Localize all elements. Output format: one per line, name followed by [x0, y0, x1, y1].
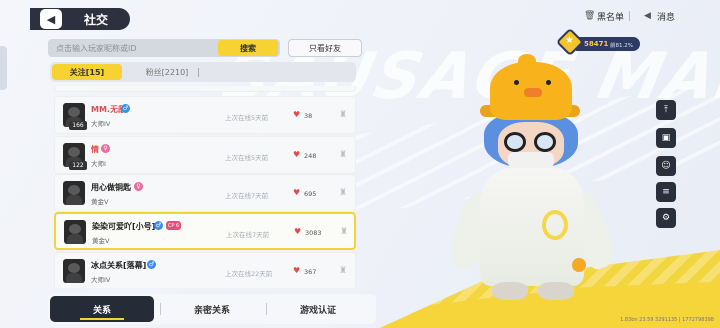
male-icon: ♂	[154, 221, 163, 230]
intimacy-value: 3083	[305, 229, 322, 237]
search-button[interactable]: 搜索	[218, 40, 278, 56]
list-item-partial	[54, 86, 356, 92]
message-icon: ◀	[644, 11, 651, 21]
build-info: 1.83bn 23.59 3291135 | 1772798398	[620, 317, 714, 323]
player-name: 染染可爱吖[小号]	[92, 222, 156, 231]
tab-followers[interactable]: 粉丝[2210]	[132, 64, 202, 80]
rank-score: 58471	[584, 40, 609, 48]
tab-intimate[interactable]: 亲密关系	[160, 296, 264, 322]
player-name: 冰点关系[落幕]	[91, 261, 147, 270]
friend-list[interactable]: 166 MM.无敌 ♂ 大师IV 上次在线5天前 ♥ 38 ♜ 122 情 ♀ …	[52, 86, 358, 288]
last-online: 上次在线7天前	[225, 192, 269, 200]
level-badge: 122	[69, 161, 87, 170]
divider	[629, 11, 630, 21]
list-item-selected[interactable]: 染染可爱吖[小号] ♂ CP 6 黄金V 上次在线7天前 ♥ 3083 ♜	[54, 212, 356, 250]
last-online: 上次在线5天前	[225, 154, 269, 162]
rank-percentile: 前81.2%	[610, 43, 633, 49]
player-character[interactable]	[440, 50, 630, 320]
trophy-icon[interactable]: ♜	[339, 109, 348, 121]
intimacy-value: 248	[304, 152, 317, 160]
star-icon: ★	[565, 35, 574, 46]
trophy-icon[interactable]: ♜	[339, 265, 348, 277]
male-icon: ♂	[121, 104, 130, 113]
friends-only-toggle[interactable]: 只看好友	[288, 39, 362, 57]
gift-icon[interactable]: ▣	[656, 128, 676, 148]
page-title: 社交	[84, 13, 109, 27]
tab-game-certification[interactable]: 游戏认证	[266, 296, 370, 322]
last-online: 上次在线5天前	[225, 114, 269, 122]
intimacy-value: 367	[304, 268, 317, 276]
note-icon[interactable]: ≡	[656, 182, 676, 202]
list-item[interactable]: 166 MM.无敌 ♂ 大师IV 上次在线5天前 ♥ 38 ♜	[54, 96, 356, 134]
trophy-icon[interactable]: ♜	[340, 226, 349, 238]
trophy-icon[interactable]: ♜	[339, 149, 348, 161]
intimacy-value: 38	[304, 112, 313, 120]
player-rank: 黄金V	[92, 237, 110, 245]
trash-icon: 🗑	[584, 11, 596, 21]
tab-relationships[interactable]: 关系	[50, 296, 154, 322]
avatar[interactable]	[63, 181, 85, 205]
player-rank: 大师IV	[91, 120, 111, 128]
player-rank: 大师I	[91, 160, 106, 168]
heart-icon: ♥	[293, 266, 301, 275]
heart-icon: ♥	[293, 150, 301, 159]
list-item[interactable]: 用心做铜匙 ♀ 黄金V 上次在线7天前 ♥ 695 ♜	[54, 174, 356, 212]
messages-label: 消息	[657, 13, 676, 23]
tab-following[interactable]: 关注[15]	[52, 64, 122, 80]
player-rank: 黄金V	[91, 198, 109, 206]
male-icon: ♂	[147, 260, 156, 269]
avatar[interactable]	[64, 220, 86, 244]
list-item[interactable]: 122 情 ♀ 大师I 上次在线5天前 ♥ 248 ♜	[54, 136, 356, 174]
left-edge-tab[interactable]	[0, 46, 7, 90]
chevron-left-icon: ◀	[46, 12, 56, 26]
intimacy-value: 695	[304, 190, 317, 198]
list-item[interactable]: 冰点关系[落幕] ♂ 大师IV 上次在线22天前 ♥ 367 ♜	[54, 252, 356, 288]
player-name: 用心做铜匙	[91, 183, 131, 192]
last-online: 上次在线22天前	[225, 270, 273, 278]
back-button[interactable]: ◀	[40, 9, 62, 29]
settings-icon[interactable]: ⚙	[656, 208, 676, 228]
messages-button[interactable]: ◀ 消息	[644, 10, 676, 24]
female-icon: ♀	[101, 144, 110, 153]
heart-icon: ♥	[293, 110, 301, 119]
heart-icon: ♥	[294, 227, 302, 236]
last-online: 上次在线7天前	[226, 231, 270, 239]
player-name: 情	[91, 145, 99, 154]
cp-badge: CP 6	[166, 221, 181, 230]
upload-icon[interactable]: ⤒	[656, 100, 676, 120]
search-input[interactable]	[48, 39, 216, 57]
trophy-icon[interactable]: ♜	[339, 187, 348, 199]
avatar[interactable]	[63, 259, 85, 283]
female-icon: ♀	[134, 182, 143, 191]
level-badge: 166	[69, 121, 87, 130]
heart-icon: ♥	[293, 188, 301, 197]
player-rank: 大师IV	[91, 276, 111, 284]
chat-icon[interactable]: ☺	[656, 156, 676, 176]
blacklist-label: 黑名单	[597, 13, 625, 23]
blacklist-button[interactable]: 🗑 黑名单	[584, 10, 625, 24]
